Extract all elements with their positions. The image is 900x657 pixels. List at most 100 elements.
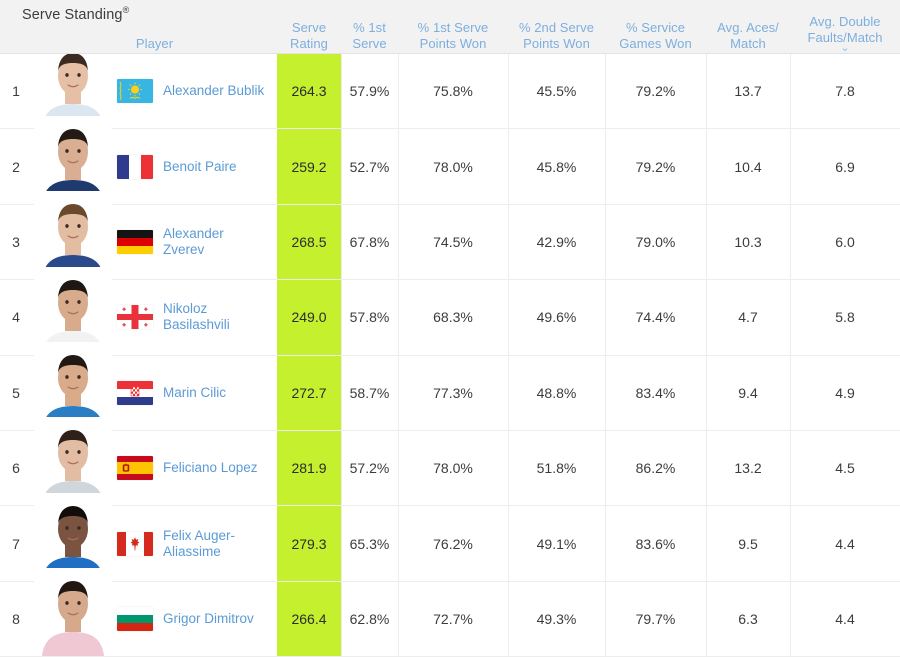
stat-cell-fspw: 72.7% [433, 610, 473, 627]
table-body: 1 Alexander Bublik 264.3 57.9% 75.8% 45.5% 79… [0, 54, 900, 657]
stat-cell-df: 6.0 [835, 233, 855, 250]
serve-rating-cell: 264.3 [277, 54, 341, 129]
column-header-fspw[interactable]: % 1st Serve Points Won [398, 20, 508, 51]
stat-cell-aces: 13.7 [734, 83, 762, 100]
rank-number: 4 [12, 309, 20, 326]
serve-rating-cell: 272.7 [277, 355, 341, 430]
column-header-label: Avg. Aces/ [717, 20, 779, 35]
player-name-link[interactable]: Nikoloz Basilashvili [163, 301, 268, 333]
stat-cell-aces: 10.4 [734, 158, 762, 175]
flag-icon-kazakhstan [117, 79, 153, 104]
flag-icon-bulgaria [117, 606, 153, 631]
player-name-link[interactable]: Alexander Zverev [163, 226, 268, 258]
column-header-label-line2: Serve [352, 35, 387, 51]
column-header-rating[interactable]: Serve Rating [277, 20, 341, 51]
rank-number: 8 [12, 610, 20, 627]
player-headshot [34, 417, 112, 506]
stat-cell-first: 57.9% [349, 83, 390, 100]
player-name-link[interactable]: Feliciano Lopez [163, 460, 268, 476]
serve-rating-cell: 279.3 [277, 506, 341, 581]
column-header-aces[interactable]: Avg. Aces/Match [706, 20, 790, 51]
column-header-label: % 2nd Serve [519, 20, 594, 35]
stat-cell-sgw: 79.0% [635, 233, 676, 250]
table-row[interactable]: 5 Marin Cilic 272.7 58.7% 77.3% 48.8% 83.4% 9.… [0, 341, 900, 431]
column-header-sgw[interactable]: % Service Games Won [605, 20, 706, 51]
table-header: Serve Standing® Player Serve Rating% 1st Se… [0, 0, 900, 54]
stat-cell-df: 4.9 [835, 384, 855, 401]
player-headshot [34, 568, 112, 657]
stat-cell-sgw: 79.2% [635, 83, 676, 100]
stat-cell-first: 65.3% [349, 535, 390, 552]
stat-cell-sgw: 79.7% [635, 610, 676, 627]
table-row[interactable]: 1 Alexander Bublik 264.3 57.9% 75.8% 45.5% 79… [0, 54, 900, 130]
column-header-label: Serve [291, 20, 327, 35]
column-header-label-line2: Points Won [419, 35, 487, 51]
stat-cell-df: 7.8 [835, 83, 855, 100]
player-name-link[interactable]: Benoit Paire [163, 159, 268, 175]
serve-rating-cell: 259.2 [277, 129, 341, 204]
column-header-df[interactable]: Avg. Double Faults/Match ⌄ [790, 14, 900, 54]
stat-cell-fspw: 74.5% [433, 233, 473, 250]
stat-cell-first: 58.7% [349, 384, 390, 401]
stat-cell-df: 6.9 [835, 158, 855, 175]
page-title-text: Serve Standing [22, 7, 123, 23]
column-header-label: % Service [626, 20, 685, 35]
serve-rating-cell: 266.4 [277, 581, 341, 657]
table-row[interactable]: 4 Nikoloz Basilashvili 249.0 57.8% 68.3% 49.… [0, 266, 900, 356]
column-header-sspw[interactable]: % 2nd Serve Points Won [508, 20, 605, 51]
stat-cell-aces: 13.2 [734, 460, 762, 477]
stat-cell-first: 67.8% [349, 233, 390, 250]
stat-cell-sgw: 83.6% [635, 535, 676, 552]
column-header-label: % 1st Serve [417, 20, 489, 35]
table-row[interactable]: 2 Benoit Paire 259.2 52.7% 78.0% 45.8% 79.2% 1… [0, 115, 900, 205]
rank-number: 2 [12, 158, 20, 175]
stat-cell-first: 57.2% [349, 460, 390, 477]
player-name-link[interactable]: Marin Cilic [163, 385, 268, 401]
stat-cell-sspw: 48.8% [536, 384, 577, 401]
column-header-label-line2: Points Won [523, 35, 590, 51]
player-name-link[interactable]: Alexander Bublik [163, 83, 268, 99]
rank-number: 7 [12, 535, 20, 552]
stat-cell-first: 62.8% [349, 610, 390, 627]
column-header-player[interactable]: Player [32, 36, 277, 52]
stat-cell-sgw: 86.2% [635, 460, 676, 477]
stat-cell-sspw: 45.8% [536, 158, 577, 175]
stat-cell-df: 4.5 [835, 460, 855, 477]
stat-cell-fspw: 75.8% [433, 83, 473, 100]
stat-cell-aces: 6.3 [738, 610, 758, 627]
table-row[interactable]: 6 Feliciano Lopez 281.9 57.2% 78.0% 51.8% 86.… [0, 417, 900, 507]
column-header-label: Avg. Double [809, 14, 881, 29]
column-header-label-line2: Match [730, 35, 766, 51]
player-name-link[interactable]: Grigor Dimitrov [163, 611, 268, 627]
flag-icon-germany [117, 229, 153, 254]
flag-icon-canada [117, 531, 153, 556]
stat-cell-sgw: 79.2% [635, 158, 676, 175]
stat-cell-fspw: 68.3% [433, 309, 473, 326]
rank-number: 3 [12, 233, 20, 250]
stat-cell-aces: 9.5 [738, 535, 758, 552]
rank-number: 5 [12, 384, 20, 401]
column-header-label: Player [135, 35, 174, 51]
stat-cell-df: 4.4 [835, 610, 855, 627]
serve-rating-cell: 281.9 [277, 430, 341, 506]
stat-cell-first: 57.8% [349, 309, 390, 326]
flag-icon-croatia [117, 380, 153, 405]
table-row[interactable]: 3 Alexander Zverev 268.5 67.8% 74.5% 42.9% 79… [0, 191, 900, 281]
column-header-first[interactable]: % 1st Serve [341, 20, 398, 51]
table-row[interactable]: 7 Felix Auger-Aliassime 279.3 65.3% 76.2% 49… [0, 492, 900, 582]
player-headshot [34, 492, 112, 581]
table-row[interactable]: 8 Grigor Dimitrov 266.4 62.8% 72.7% 49.3% 79.… [0, 568, 900, 657]
player-headshot [34, 191, 112, 280]
rank-number: 6 [12, 460, 20, 477]
registered-mark: ® [122, 5, 130, 16]
chevron-down-icon[interactable]: ⌄ [790, 43, 900, 54]
stat-cell-sspw: 51.8% [536, 460, 577, 477]
serve-standings-table: Serve Standing® Player Serve Rating% 1st Se… [0, 0, 900, 657]
player-headshot [34, 115, 112, 204]
serve-rating-cell: 268.5 [277, 204, 341, 280]
stat-cell-sspw: 49.3% [536, 610, 577, 627]
stat-cell-aces: 9.4 [738, 384, 758, 401]
player-headshot [34, 54, 112, 129]
column-header-label: % 1st [353, 20, 386, 35]
player-name-link[interactable]: Felix Auger-Aliassime [163, 528, 268, 560]
